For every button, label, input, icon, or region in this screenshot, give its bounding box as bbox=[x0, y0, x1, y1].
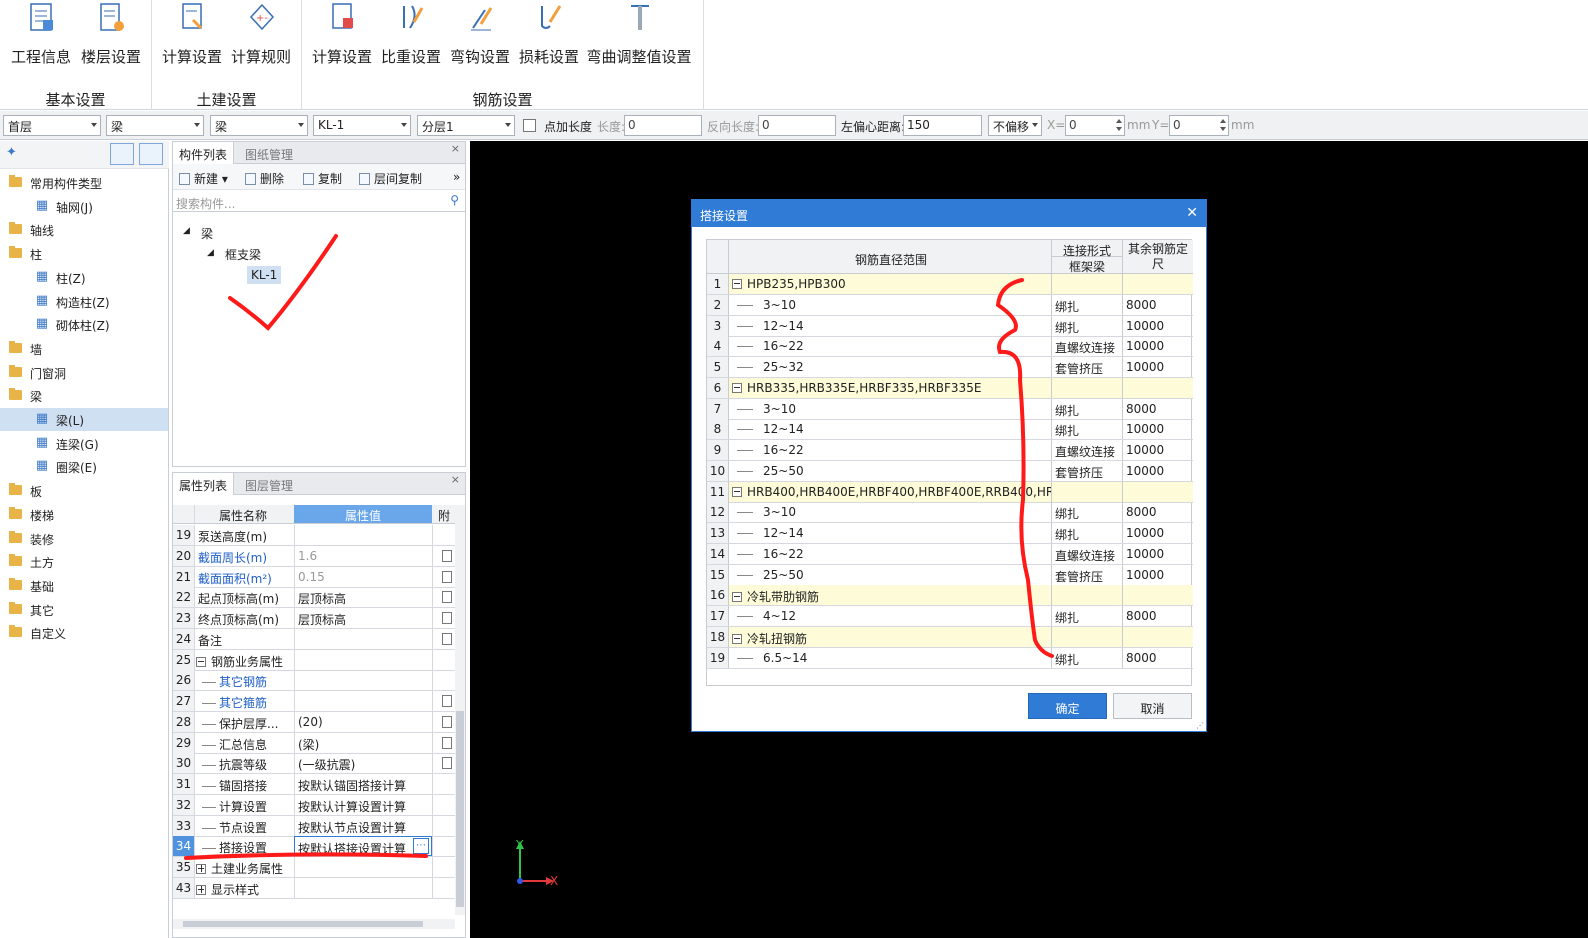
red-annotations bbox=[184, 234, 1054, 860]
annotation-squiggle bbox=[995, 278, 1054, 658]
app-window: 工程信息 楼层设置 基本设置 计算设置 +- 计算规则 土建设置 计算设置 比重… bbox=[0, 0, 1588, 938]
annotation-underline bbox=[184, 852, 428, 860]
annotation-checkmark bbox=[228, 234, 338, 331]
